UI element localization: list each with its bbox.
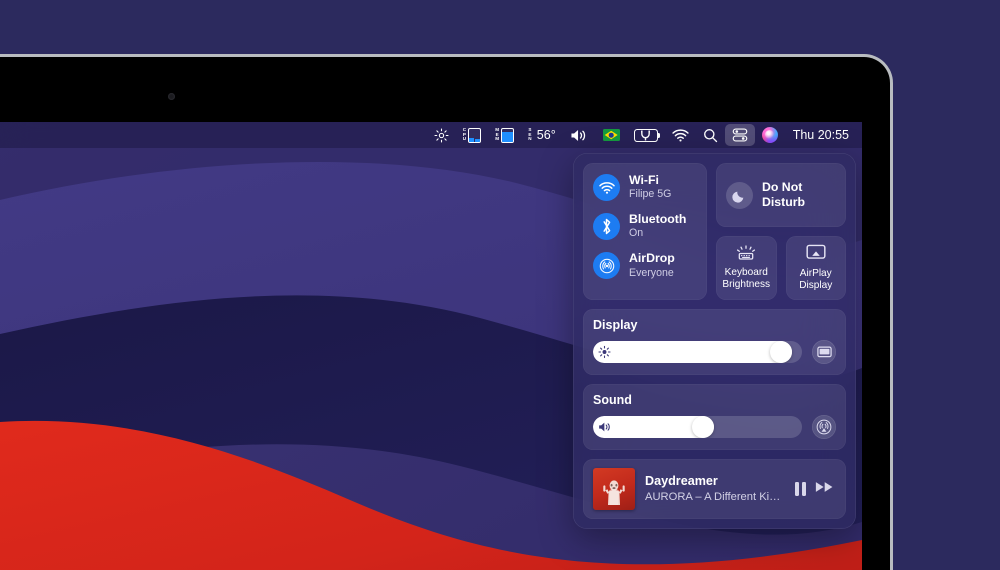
bluetooth-icon [593, 213, 620, 241]
airplay-display-label: AirPlay Display [799, 268, 832, 291]
keyboard-brightness-label: Keyboard Brightness [722, 267, 770, 290]
memory-monitor-label: MEM [495, 126, 500, 142]
sound-volume-slider[interactable] [593, 416, 802, 438]
kb-line-2: Brightness [722, 279, 771, 290]
ap-line-1: AirPlay [799, 268, 832, 280]
display-tile: Display [583, 309, 846, 375]
battery-menu-icon[interactable] [627, 124, 665, 146]
sun-brightness-icon [598, 345, 611, 359]
speaker-waves-icon [571, 129, 585, 141]
airdrop-visibility: Everyone [629, 266, 674, 279]
pause-button[interactable] [795, 482, 806, 496]
battery-charging-icon [633, 128, 661, 142]
kb-line-1: Keyboard [724, 267, 768, 279]
sensor-temperature[interactable]: SEN 56° [521, 124, 562, 146]
ap-line-2: Display [799, 280, 833, 291]
memory-gauge [501, 127, 515, 143]
now-playing-text: Daydreamer AURORA – A Different Kind of… [645, 474, 785, 504]
sound-slider-knob[interactable] [692, 416, 715, 438]
search-icon [703, 128, 717, 142]
input-source-flag[interactable] [596, 124, 627, 146]
airdrop-icon [593, 252, 620, 280]
display-slider-fill [593, 341, 792, 363]
now-playing-tile: Daydreamer AURORA – A Different Kind of… [583, 459, 846, 519]
fast-forward-button[interactable] [815, 480, 834, 499]
cpu-monitor[interactable]: CPU [456, 124, 489, 146]
laptop-screen: CPU MEM SEN 56° Thu 20:55 Wi-Fi Filipe 5… [0, 122, 862, 570]
wifi-title: Wi-Fi [629, 173, 659, 187]
fast-forward-icon [815, 481, 833, 492]
laptop-chassis: CPU MEM SEN 56° Thu 20:55 Wi-Fi Filipe 5… [0, 57, 890, 570]
display-options-button[interactable] [812, 340, 836, 364]
wifi-network-name: Filipe 5G [629, 188, 672, 201]
sensor-label: SEN [528, 126, 532, 142]
sound-section-label: Sound [593, 393, 632, 407]
control-center-panel: Wi-Fi Filipe 5G Bluetooth On AirDrop Eve… [573, 153, 856, 529]
do-not-disturb-toggle[interactable]: Do Not Disturb [716, 163, 846, 227]
display-slider-knob[interactable] [769, 341, 792, 363]
airdrop-toggle[interactable]: AirDrop Everyone [593, 251, 697, 280]
facetime-camera [168, 93, 175, 100]
memory-monitor[interactable]: MEM [488, 124, 521, 146]
control-center-top-row: Wi-Fi Filipe 5G Bluetooth On AirDrop Eve… [583, 163, 846, 300]
keyboard-brightness-tile[interactable]: Keyboard Brightness [716, 236, 777, 300]
siri-orb-icon [761, 127, 778, 143]
power-plug-icon [641, 130, 651, 140]
bluetooth-title: Bluetooth [629, 212, 687, 227]
monitor-icon [816, 346, 832, 357]
album-artwork[interactable] [593, 468, 635, 510]
display-brightness-slider[interactable] [593, 341, 802, 363]
dnd-line-2: Disturb [762, 195, 806, 209]
brightness-menu-icon[interactable] [427, 124, 456, 146]
wifi-icon [672, 128, 689, 142]
wifi-icon [593, 174, 620, 202]
sun-brightness-icon [434, 127, 449, 143]
siri-menu-icon[interactable] [755, 124, 785, 146]
control-center-icon [732, 128, 748, 142]
connectivity-tile: Wi-Fi Filipe 5G Bluetooth On AirDrop Eve… [583, 163, 707, 300]
control-center-menu-icon[interactable] [724, 124, 755, 146]
bluetooth-toggle[interactable]: Bluetooth On [593, 212, 697, 241]
sound-tile: Sound [583, 384, 846, 450]
menu-bar: CPU MEM SEN 56° Thu 20:55 [0, 122, 862, 148]
small-tiles-row: Keyboard Brightness AirPlay Display [716, 236, 846, 300]
airplay-display-icon [806, 245, 826, 260]
airplay-audio-icon [816, 419, 832, 435]
now-playing-title: Daydreamer [645, 473, 718, 488]
now-playing-controls [795, 480, 836, 499]
airdrop-title: AirDrop [629, 251, 675, 266]
do-not-disturb-label: Do Not Disturb [762, 180, 805, 210]
dnd-line-1: Do Not [762, 180, 803, 195]
menu-bar-clock[interactable]: Thu 20:55 [785, 128, 853, 142]
sound-slider-row [593, 415, 836, 439]
screenshot-root: CPU MEM SEN 56° Thu 20:55 Wi-Fi Filipe 5… [0, 0, 1000, 570]
sound-output-button[interactable] [812, 415, 836, 439]
display-section-label: Display [593, 318, 638, 332]
control-center-right-column: Do Not Disturb Keyboard Brightness AirPl… [716, 163, 846, 300]
keyboard-brightness-icon [737, 245, 756, 260]
display-slider-row [593, 340, 836, 364]
speaker-waves-icon [598, 421, 613, 433]
spotlight-search-icon[interactable] [696, 124, 725, 146]
wifi-menu-icon[interactable] [665, 124, 696, 146]
cpu-monitor-label: CPU [462, 126, 467, 142]
cpu-gauge [468, 127, 482, 143]
volume-menu-icon[interactable] [563, 124, 596, 146]
wifi-toggle[interactable]: Wi-Fi Filipe 5G [593, 173, 697, 202]
album-artwork-figure [603, 480, 625, 505]
airplay-display-tile[interactable]: AirPlay Display [785, 236, 846, 300]
brazil-flag-icon [602, 129, 620, 141]
moon-icon [726, 181, 753, 209]
sensor-temperature-value: 56° [536, 128, 556, 142]
bluetooth-status: On [629, 227, 644, 240]
now-playing-subtitle: AURORA – A Different Kind of… [645, 490, 785, 503]
